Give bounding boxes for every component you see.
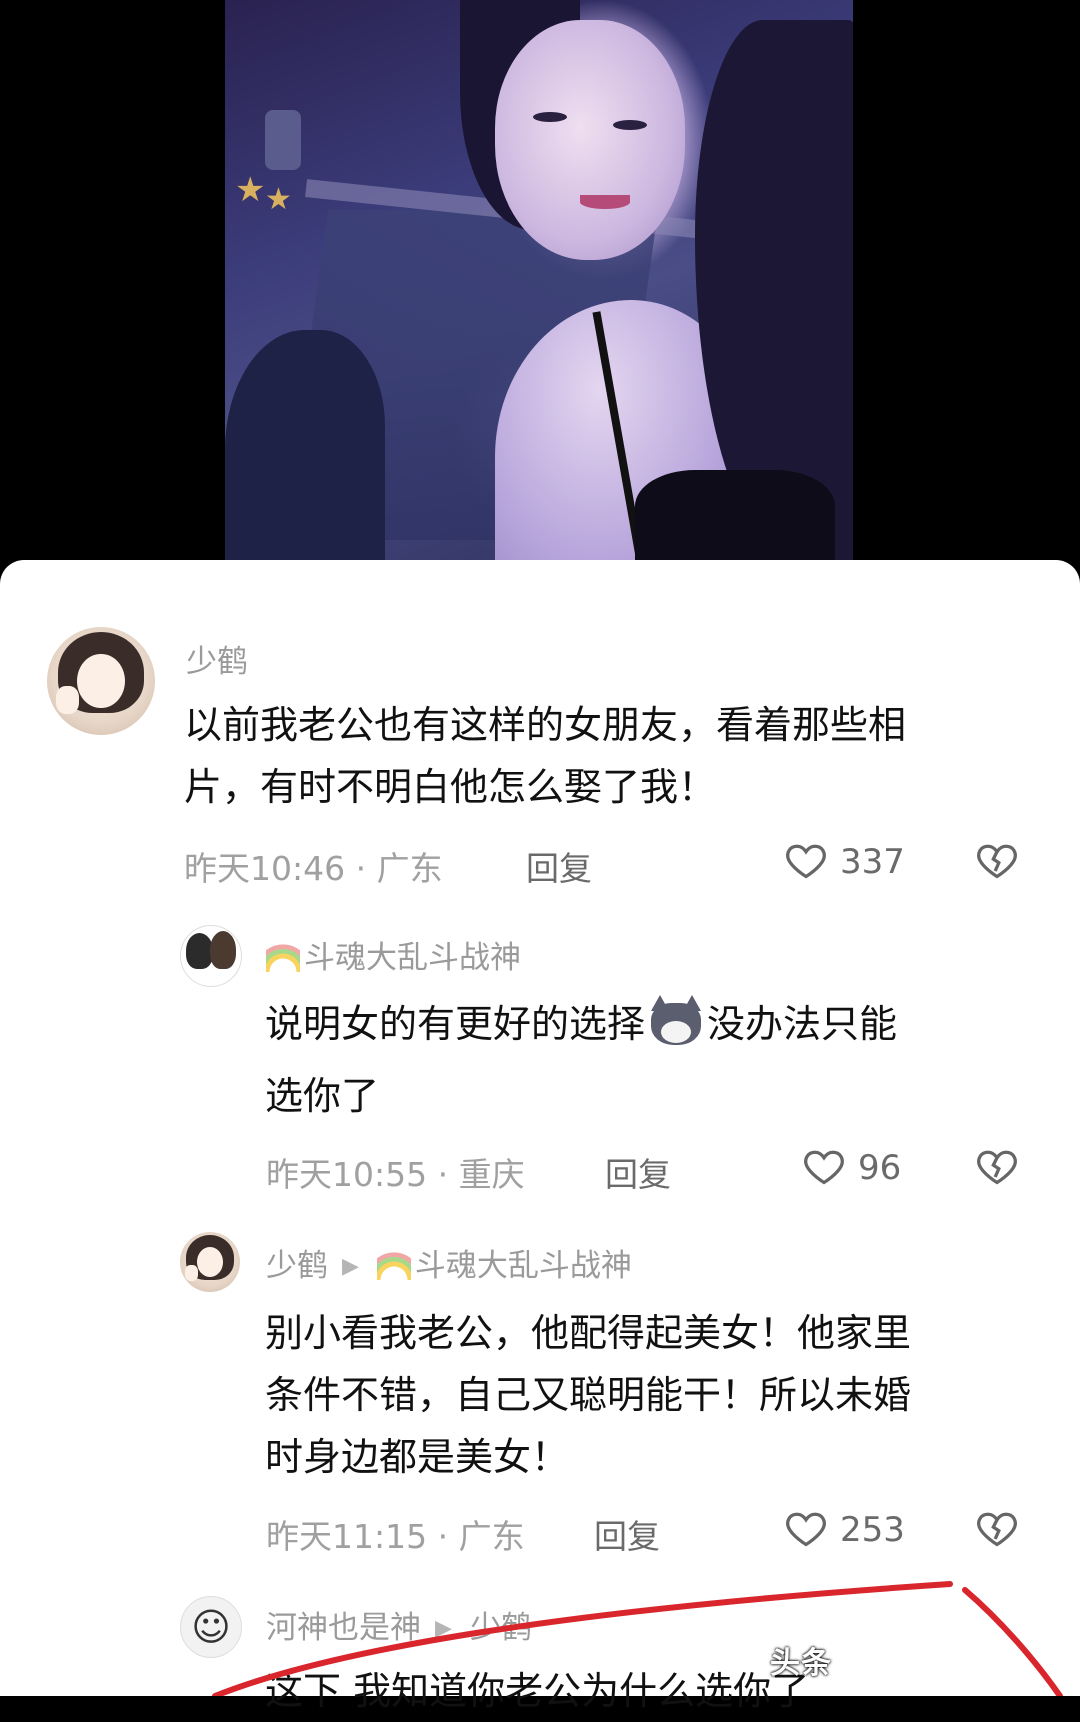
rainbow-badge-icon <box>376 1246 411 1280</box>
avatar[interactable] <box>180 1232 240 1292</box>
comment-username[interactable]: 少鹤 ▶ 斗魂大乱斗战神 <box>266 1240 632 1285</box>
broken-heart-icon[interactable] <box>975 838 1019 882</box>
comment-text: 以前我老公也有这样的女朋友，看着那些相 片，有时不明白他怎么娶了我！ <box>184 703 907 809</box>
heart-outline-icon[interactable] <box>802 1144 846 1188</box>
post-image-area: ★ ★ <box>0 0 1080 570</box>
husky-emoji-icon <box>647 995 705 1047</box>
post-photo[interactable]: ★ ★ <box>225 0 853 560</box>
avatar[interactable] <box>180 925 242 987</box>
comment-text: 说明女的有更好的选择 没办法只能 选你了 <box>265 993 1045 1127</box>
comment-username[interactable]: 斗魂大乱斗战神 <box>266 932 521 977</box>
watermark: 头条 <box>770 1646 832 1681</box>
like-count: 337 <box>840 842 905 882</box>
reply-button[interactable]: 回复 <box>605 1148 671 1196</box>
broken-heart-icon[interactable] <box>975 1144 1019 1188</box>
comment-meta: 昨天10:46 · 广东 <box>184 849 443 888</box>
heart-outline-icon[interactable] <box>784 838 828 882</box>
rainbow-badge-icon <box>266 938 300 972</box>
reply-arrow-icon: ▶ <box>342 1254 359 1279</box>
like-count: 96 <box>858 1148 902 1188</box>
avatar[interactable] <box>47 627 155 735</box>
red-annotation-stroke <box>212 1581 1063 1696</box>
comment-meta: 昨天10:55 · 重庆 <box>266 1155 525 1194</box>
comment-username[interactable]: 少鹤 <box>186 636 248 681</box>
comment-text: 别小看我老公，他配得起美女！他家里 条件不错，自己又聪明能干！所以未婚 时身边都… <box>265 1311 912 1479</box>
reply-button[interactable]: 回复 <box>526 842 592 890</box>
